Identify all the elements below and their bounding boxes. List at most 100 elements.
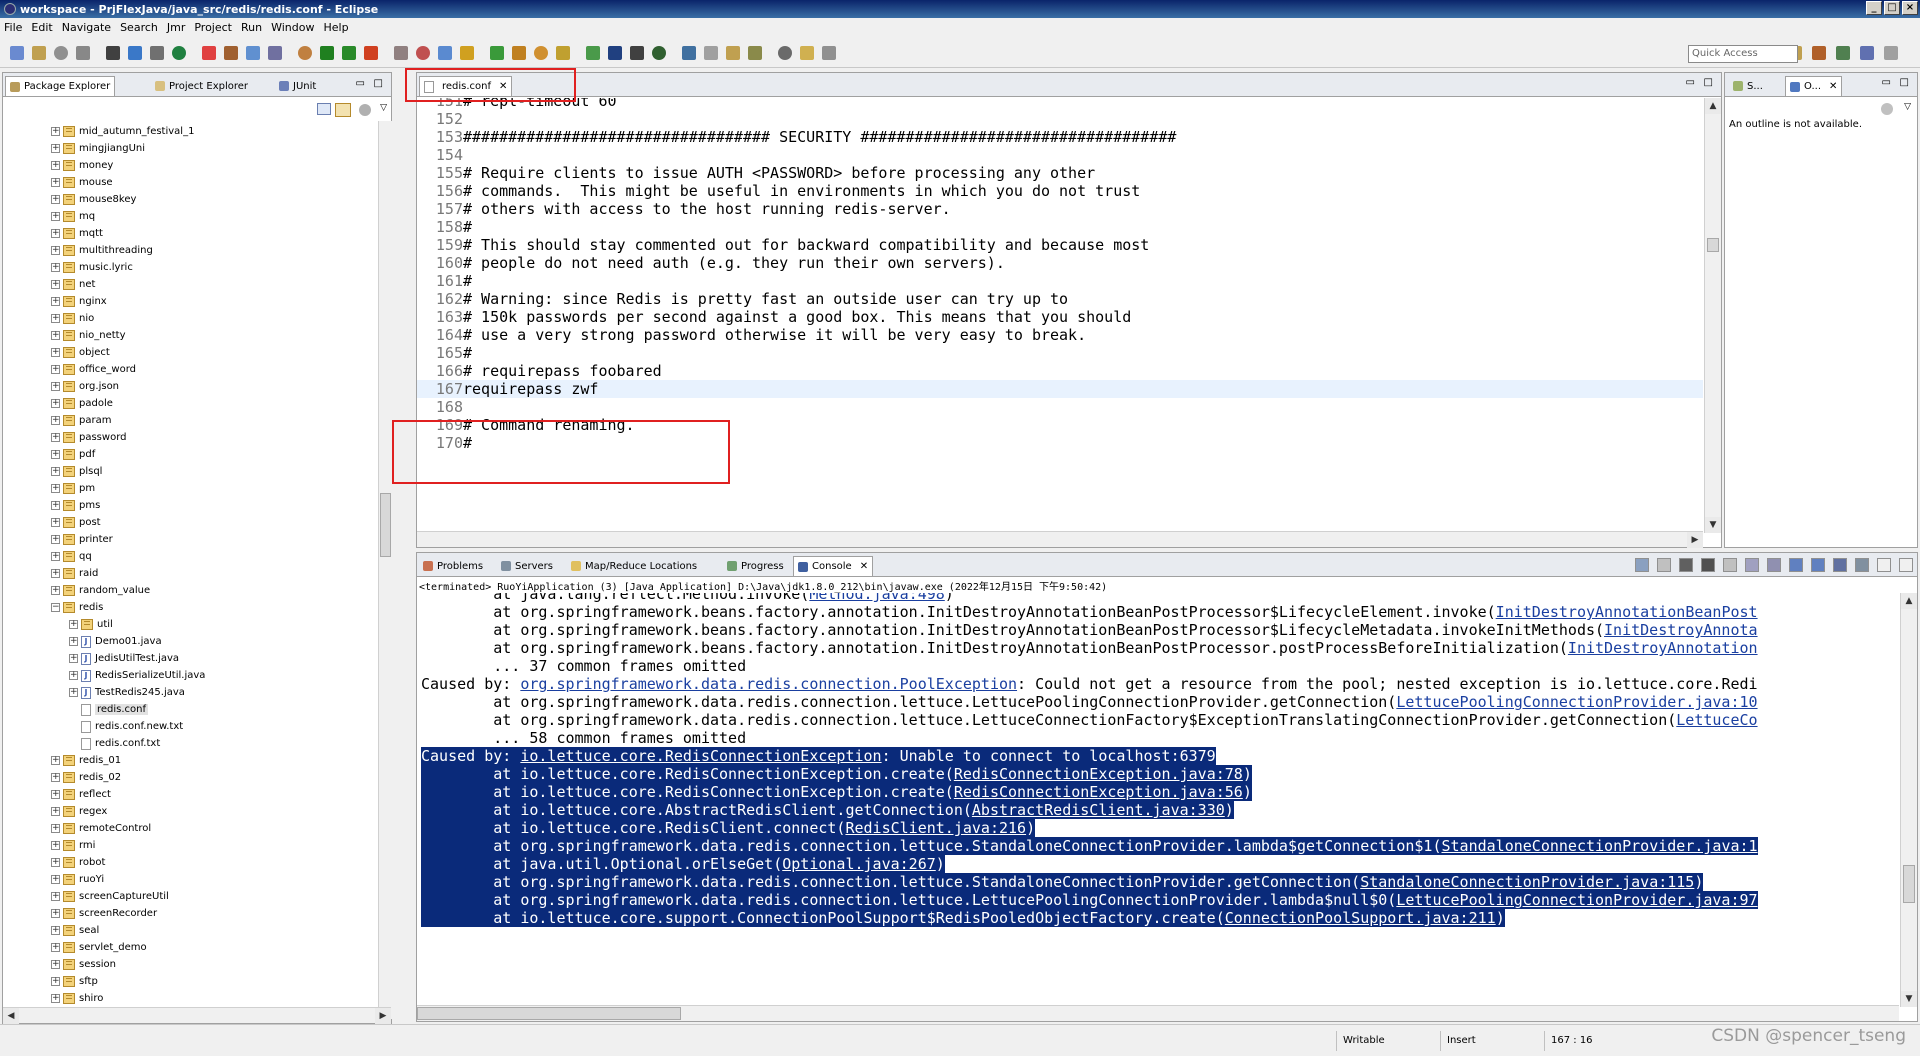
editor-hscroll[interactable]: ▶ bbox=[417, 531, 1703, 548]
menu-file[interactable]: File bbox=[4, 21, 22, 34]
tree-item[interactable]: + util bbox=[69, 616, 113, 633]
scroll-left-arrow[interactable]: ◀ bbox=[3, 1008, 19, 1024]
menu-search[interactable]: Search bbox=[120, 21, 158, 34]
tree-item[interactable]: + J Demo01.java bbox=[69, 633, 162, 650]
tree-item[interactable]: + regex bbox=[51, 803, 107, 820]
tree-item[interactable]: + J TestRedis245.java bbox=[69, 684, 185, 701]
expand-icon[interactable]: + bbox=[69, 654, 78, 663]
expand-icon[interactable]: + bbox=[51, 484, 60, 493]
word-wrap-icon[interactable] bbox=[1767, 558, 1781, 572]
test-icon[interactable] bbox=[586, 46, 600, 60]
tree-item[interactable]: + screenRecorder bbox=[51, 905, 157, 922]
tree-item[interactable]: + multithreading bbox=[51, 242, 153, 259]
expand-icon[interactable]: + bbox=[51, 756, 60, 765]
scroll-lock-icon[interactable] bbox=[1745, 558, 1759, 572]
expand-icon[interactable]: + bbox=[51, 518, 60, 527]
minimize-view-icon[interactable]: ▭ bbox=[356, 78, 365, 89]
editor-vscroll[interactable]: ▲ ▼ bbox=[1704, 98, 1721, 533]
tree-item[interactable]: + session bbox=[51, 956, 116, 973]
tree-item[interactable]: + nio bbox=[51, 310, 94, 327]
tree-item[interactable]: + J JedisUtilTest.java bbox=[69, 650, 179, 667]
tree-item[interactable]: + robot bbox=[51, 854, 105, 871]
tree-item[interactable]: + office_word bbox=[51, 361, 136, 378]
info-icon[interactable] bbox=[630, 46, 644, 60]
expand-icon[interactable]: + bbox=[51, 144, 60, 153]
stack-trace-link[interactable]: LettuceCo bbox=[1676, 711, 1757, 729]
expand-icon[interactable]: + bbox=[51, 552, 60, 561]
menu-window[interactable]: Window bbox=[271, 21, 314, 34]
expand-icon[interactable]: + bbox=[51, 875, 60, 884]
stack-trace-link[interactable]: AbstractRedisClient.java:330 bbox=[972, 801, 1225, 819]
tree-item[interactable]: + reflect bbox=[51, 786, 111, 803]
forward-icon[interactable] bbox=[822, 46, 836, 60]
close-tab-icon[interactable]: ✕ bbox=[1829, 81, 1837, 92]
tree-item[interactable]: + net bbox=[51, 276, 95, 293]
open-resource-icon[interactable] bbox=[512, 46, 526, 60]
view-dropdown-icon[interactable]: ▽ bbox=[380, 103, 387, 113]
tree-item[interactable]: + password bbox=[51, 429, 126, 446]
expand-icon[interactable]: + bbox=[69, 637, 78, 646]
tree-item[interactable]: + servlet_demo bbox=[51, 939, 147, 956]
menu-help[interactable]: Help bbox=[323, 21, 348, 34]
next-annotation-icon[interactable] bbox=[726, 46, 740, 60]
show-on-error-icon[interactable] bbox=[1811, 558, 1825, 572]
stack-trace-link[interactable]: ConnectionPoolSupport.java:211 bbox=[1225, 909, 1496, 927]
tab-map-reduce-locations[interactable]: Map/Reduce Locations bbox=[567, 556, 701, 576]
tree-item[interactable]: + nio_netty bbox=[51, 327, 125, 344]
clear-console-icon[interactable] bbox=[1723, 558, 1737, 572]
tree-item[interactable]: + music.lyric bbox=[51, 259, 133, 276]
package-explorer-vscroll[interactable] bbox=[378, 121, 392, 1019]
stack-trace-link[interactable]: Optional.java:267 bbox=[782, 855, 936, 873]
close-window-button[interactable]: × bbox=[1902, 1, 1918, 15]
run-last-icon[interactable] bbox=[342, 46, 356, 60]
task-icon[interactable] bbox=[490, 46, 504, 60]
expand-icon[interactable]: + bbox=[69, 671, 78, 680]
maximize-icon[interactable] bbox=[1899, 558, 1913, 572]
run-icon[interactable] bbox=[202, 46, 216, 60]
stack-trace-link[interactable]: RedisConnectionException.java:56 bbox=[954, 783, 1243, 801]
remove-launch-icon[interactable] bbox=[1679, 558, 1693, 572]
stack-trace-link[interactable]: StandaloneConnectionProvider.java:115 bbox=[1360, 873, 1694, 891]
expand-icon[interactable]: + bbox=[51, 824, 60, 833]
stop-icon[interactable] bbox=[416, 46, 430, 60]
expand-icon[interactable]: + bbox=[51, 348, 60, 357]
display-icon[interactable] bbox=[128, 46, 142, 60]
coverage-icon[interactable] bbox=[364, 46, 378, 60]
expand-icon[interactable]: + bbox=[51, 382, 60, 391]
new-icon[interactable] bbox=[10, 46, 24, 60]
expand-icon[interactable]: + bbox=[51, 926, 60, 935]
tab-s[interactable]: S... bbox=[1729, 76, 1767, 96]
console-output[interactable]: at java.lang.reflect.Method.invoke(Metho… bbox=[417, 593, 1899, 1005]
stack-trace-link[interactable]: StandaloneConnectionProvider.java:1 bbox=[1441, 837, 1757, 855]
tree-item[interactable]: + qq bbox=[51, 548, 92, 565]
expand-icon[interactable]: + bbox=[69, 620, 78, 629]
ext-tools-icon[interactable] bbox=[224, 46, 238, 60]
expand-icon[interactable]: + bbox=[51, 229, 60, 238]
minimize-editor-icon[interactable]: ▭ bbox=[1686, 77, 1695, 88]
expand-icon[interactable]: + bbox=[51, 773, 60, 782]
maximize-view-icon[interactable]: □ bbox=[374, 78, 383, 89]
expand-icon[interactable]: + bbox=[51, 960, 60, 969]
expand-icon[interactable]: + bbox=[51, 314, 60, 323]
expand-icon[interactable]: + bbox=[51, 246, 60, 255]
tree-item[interactable]: + sftp bbox=[51, 973, 98, 990]
maximize-button[interactable]: □ bbox=[1884, 1, 1900, 15]
stack-trace-link[interactable]: LettucePoolingConnectionProvider.java:97 bbox=[1396, 891, 1757, 909]
expand-icon[interactable]: + bbox=[51, 280, 60, 289]
scroll-right-arrow[interactable]: ▶ bbox=[1687, 532, 1703, 548]
expand-icon[interactable]: + bbox=[51, 399, 60, 408]
globe-icon[interactable] bbox=[652, 46, 666, 60]
tree-item[interactable]: + money bbox=[51, 157, 113, 174]
scroll-down-arrow[interactable]: ▼ bbox=[1705, 517, 1721, 533]
perspective-team-icon[interactable] bbox=[1884, 46, 1898, 60]
tree-item[interactable]: + printer bbox=[51, 531, 113, 548]
expand-icon[interactable]: + bbox=[51, 178, 60, 187]
tree-item[interactable]: + padole bbox=[51, 395, 113, 412]
maximize-editor-icon[interactable]: □ bbox=[1704, 77, 1713, 88]
tree-item[interactable]: + mid_autumn_festival_1 bbox=[51, 123, 194, 140]
tree-item[interactable]: + object bbox=[51, 344, 110, 361]
perspective-java-icon[interactable] bbox=[1812, 46, 1826, 60]
scroll-right-arrow[interactable]: ▶ bbox=[375, 1008, 391, 1024]
perspective-debug-icon[interactable] bbox=[1836, 46, 1850, 60]
deploy-icon[interactable] bbox=[438, 46, 452, 60]
